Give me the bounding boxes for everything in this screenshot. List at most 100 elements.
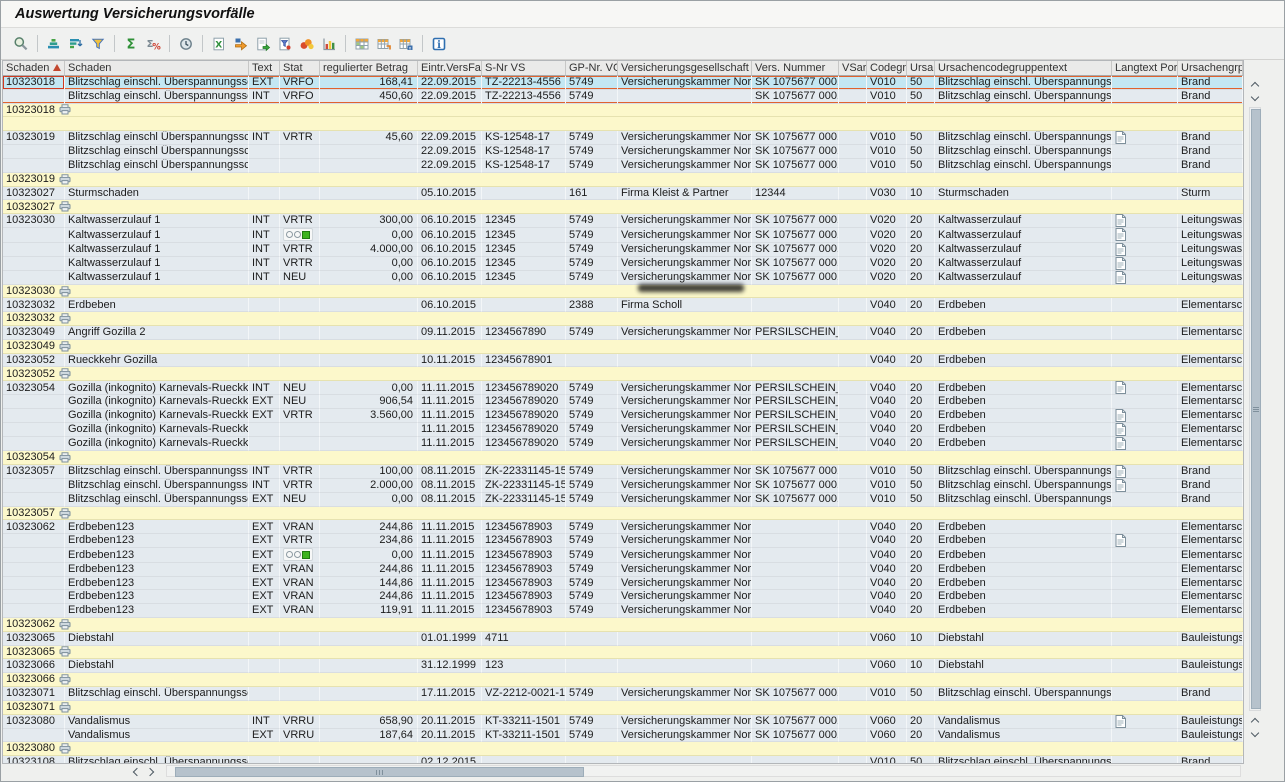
cell-snr_vs[interactable]: 12345678903 xyxy=(482,534,566,548)
cell-schaden_nr[interactable]: 10323108 xyxy=(3,756,65,764)
cell-text[interactable] xyxy=(249,298,280,312)
cell-stat[interactable] xyxy=(280,298,320,312)
scroll-left-button[interactable] xyxy=(128,765,143,778)
cell-datum[interactable]: 11.11.2015 xyxy=(418,520,482,534)
cell-ursa[interactable]: 20 xyxy=(907,381,935,395)
word-export-icon[interactable] xyxy=(230,33,252,55)
cell-schaden_text[interactable]: Sturmschaden xyxy=(65,187,249,201)
cell-gtext[interactable]: Elementarschäden xyxy=(1178,534,1243,548)
cell-betrag[interactable]: 244,86 xyxy=(320,590,418,604)
cell-vers_nummer[interactable]: SK 1075677 0001 xyxy=(752,687,839,701)
save-layout-icon[interactable]: x xyxy=(395,33,417,55)
choose-layout-icon[interactable] xyxy=(351,33,373,55)
cell-stat[interactable]: VRTR xyxy=(280,409,320,423)
cell-datum[interactable]: 11.11.2015 xyxy=(418,604,482,618)
cell-gtext[interactable]: Elementarschäden xyxy=(1178,354,1243,368)
cell-datum[interactable]: 22.09.2015 xyxy=(418,76,482,90)
cell-snr_vs[interactable]: 12345 xyxy=(482,243,566,257)
cell-gp_nr[interactable]: 5749 xyxy=(566,687,618,701)
cell-vers_nummer[interactable]: SK 1075677 0001 xyxy=(752,729,839,743)
cell-codegrp[interactable]: V060 xyxy=(867,729,907,743)
cell-utext[interactable]: Kaltwasserzulauf xyxy=(935,271,1112,285)
cell-vg[interactable]: Versicherungskammer Nord-Ost xyxy=(618,131,752,145)
cell-stat[interactable]: NEU xyxy=(280,381,320,395)
cell-langtext[interactable] xyxy=(1112,465,1178,479)
cell-codegrp[interactable]: V060 xyxy=(867,659,907,673)
cell-schaden_nr[interactable]: 10323018 xyxy=(3,76,65,90)
column-header-gtext[interactable]: Ursachengrp.Text xyxy=(1178,61,1243,76)
subtotal-cell[interactable]: 10323032 xyxy=(3,312,1243,326)
cell-langtext[interactable] xyxy=(1112,604,1178,618)
cell-stat[interactable] xyxy=(280,437,320,451)
cell-text[interactable] xyxy=(249,437,280,451)
cell-gp_nr[interactable]: 5749 xyxy=(566,145,618,159)
cell-snr_vs[interactable]: 12345678903 xyxy=(482,548,566,563)
cell-vers_nummer[interactable]: SK 1075677 0001 xyxy=(752,76,839,90)
cell-langtext[interactable] xyxy=(1112,145,1178,159)
cell-schaden_nr[interactable] xyxy=(3,604,65,618)
cell-utext[interactable]: Kaltwasserzulauf xyxy=(935,228,1112,243)
cell-datum[interactable]: 05.10.2015 xyxy=(418,187,482,201)
cell-utext[interactable]: Kaltwasserzulauf xyxy=(935,257,1112,271)
cell-ursa[interactable]: 20 xyxy=(907,271,935,285)
cell-codegrp[interactable]: V040 xyxy=(867,423,907,437)
cell-gp_nr[interactable]: 5749 xyxy=(566,590,618,604)
cell-ursa[interactable]: 20 xyxy=(907,520,935,534)
cell-text[interactable] xyxy=(249,354,280,368)
cell-vsart[interactable] xyxy=(839,465,867,479)
cell-text[interactable]: INT xyxy=(249,131,280,145)
cell-gp_nr[interactable]: 5749 xyxy=(566,271,618,285)
cell-vers_nummer[interactable]: 12344 xyxy=(752,187,839,201)
cell-betrag[interactable]: 244,86 xyxy=(320,563,418,577)
cell-gtext[interactable]: Leitungswasser xyxy=(1178,214,1243,228)
cell-text[interactable]: INT xyxy=(249,381,280,395)
cell-gp_nr[interactable]: 5749 xyxy=(566,90,618,104)
cell-utext[interactable]: Sturmschaden xyxy=(935,187,1112,201)
cell-text[interactable] xyxy=(249,423,280,437)
vertical-scrollbar[interactable] xyxy=(1248,61,1262,761)
cell-ursa[interactable]: 20 xyxy=(907,729,935,743)
cell-langtext[interactable] xyxy=(1112,214,1178,228)
subtotal-cell[interactable]: 10323018 xyxy=(3,104,1243,118)
cell-text[interactable]: EXT xyxy=(249,534,280,548)
cell-codegrp[interactable]: V040 xyxy=(867,381,907,395)
subtotal-cell[interactable]: 10323066 xyxy=(3,673,1243,687)
cell-schaden_nr[interactable] xyxy=(3,145,65,159)
cell-schaden_nr[interactable] xyxy=(3,423,65,437)
cell-datum[interactable]: 11.11.2015 xyxy=(418,590,482,604)
cell-vsart[interactable] xyxy=(839,715,867,729)
cell-gtext[interactable]: Leitungswasser xyxy=(1178,228,1243,243)
cell-vsart[interactable] xyxy=(839,563,867,577)
cell-utext[interactable]: Kaltwasserzulauf xyxy=(935,243,1112,257)
cell-gp_nr[interactable]: 5749 xyxy=(566,548,618,563)
cell-vsart[interactable] xyxy=(839,590,867,604)
scroll-up-button-bottom[interactable] xyxy=(1248,713,1262,727)
cell-gp_nr[interactable]: 5749 xyxy=(566,228,618,243)
cell-stat[interactable] xyxy=(280,659,320,673)
cell-vers_nummer[interactable]: PERSILSCHEIN_1B xyxy=(752,395,839,409)
cell-vg[interactable] xyxy=(618,659,752,673)
cell-utext[interactable]: Erdbeben xyxy=(935,423,1112,437)
cell-stat[interactable] xyxy=(280,159,320,173)
cell-utext[interactable]: Blitzschlag einschl. Überspannungsschäd. xyxy=(935,145,1112,159)
cell-langtext[interactable] xyxy=(1112,577,1178,591)
cell-schaden_text[interactable]: Gozilla (inkognito) Karnevals-Rueckkehr xyxy=(65,395,249,409)
cell-stat[interactable] xyxy=(280,145,320,159)
cell-vers_nummer[interactable] xyxy=(752,659,839,673)
cell-gp_nr[interactable]: 5749 xyxy=(566,395,618,409)
cell-gp_nr[interactable]: 161 xyxy=(566,187,618,201)
cell-ursa[interactable]: 20 xyxy=(907,563,935,577)
column-header-codegrp[interactable]: Codegrp xyxy=(867,61,907,76)
cell-betrag[interactable]: 0,00 xyxy=(320,548,418,563)
cell-langtext[interactable] xyxy=(1112,520,1178,534)
cell-schaden_nr[interactable]: 10323054 xyxy=(3,381,65,395)
cell-schaden_nr[interactable] xyxy=(3,257,65,271)
cell-text[interactable] xyxy=(249,145,280,159)
cell-ursa[interactable]: 20 xyxy=(907,354,935,368)
cell-snr_vs[interactable] xyxy=(482,187,566,201)
cell-betrag[interactable]: 4.000,00 xyxy=(320,243,418,257)
cell-vsart[interactable] xyxy=(839,437,867,451)
cell-stat[interactable]: VRTR xyxy=(280,534,320,548)
cell-gp_nr[interactable]: 5749 xyxy=(566,437,618,451)
cell-vsart[interactable] xyxy=(839,159,867,173)
